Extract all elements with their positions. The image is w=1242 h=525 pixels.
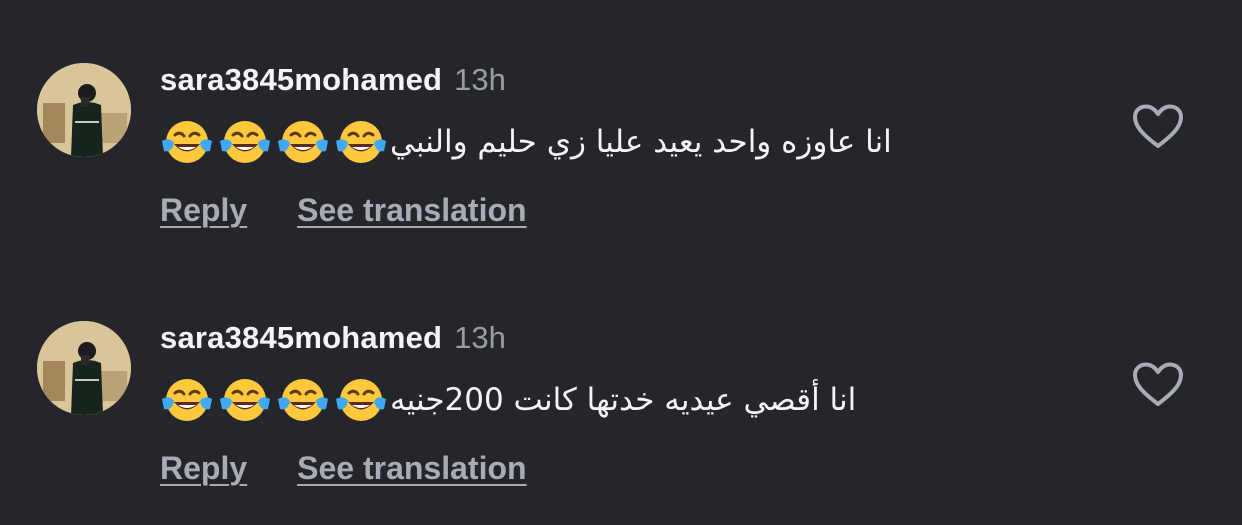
comment-actions: Reply See translation [160, 450, 527, 487]
emoji-group [160, 375, 388, 425]
comment-item: sara3845mohamed 13h [0, 258, 1242, 498]
like-button[interactable] [1132, 104, 1184, 150]
avatar[interactable] [37, 321, 131, 415]
timestamp: 13h [454, 62, 506, 97]
tears-of-joy-emoji-icon [278, 379, 328, 421]
see-translation-button[interactable]: See translation [297, 192, 526, 229]
comment-item: sara3845mohamed 13h [0, 0, 1242, 240]
tears-of-joy-emoji-icon [162, 121, 212, 163]
reply-button[interactable]: Reply [160, 192, 247, 229]
username[interactable]: sara3845mohamed [160, 320, 442, 356]
see-translation-button[interactable]: See translation [297, 450, 526, 487]
comment-text: انا أقصي عيديه خدتها كانت 200جنيه [390, 382, 857, 418]
comment-text: انا عاوزه واحد يعيد عليا زي حليم والنبي [390, 124, 892, 160]
heart-outline-icon [1133, 104, 1183, 148]
comment-body: انا أقصي عيديه خدتها كانت 200جنيه [160, 372, 856, 428]
avatar-image [37, 321, 131, 415]
tears-of-joy-emoji-icon [278, 121, 328, 163]
heart-outline-icon [1133, 362, 1183, 406]
timestamp: 13h [454, 320, 506, 355]
like-button[interactable] [1132, 362, 1184, 408]
tears-of-joy-emoji-icon [336, 121, 386, 163]
tears-of-joy-emoji-icon [162, 379, 212, 421]
tears-of-joy-emoji-icon [220, 121, 270, 163]
avatar-image [37, 63, 131, 157]
comment-header: sara3845mohamed 13h [160, 62, 506, 102]
username[interactable]: sara3845mohamed [160, 62, 442, 98]
tears-of-joy-emoji-icon [336, 379, 386, 421]
reply-button[interactable]: Reply [160, 450, 247, 487]
emoji-group [160, 117, 388, 167]
comment-header: sara3845mohamed 13h [160, 320, 506, 360]
comment-body: انا عاوزه واحد يعيد عليا زي حليم والنبي [160, 114, 892, 170]
comment-actions: Reply See translation [160, 192, 527, 229]
avatar[interactable] [37, 63, 131, 157]
tears-of-joy-emoji-icon [220, 379, 270, 421]
